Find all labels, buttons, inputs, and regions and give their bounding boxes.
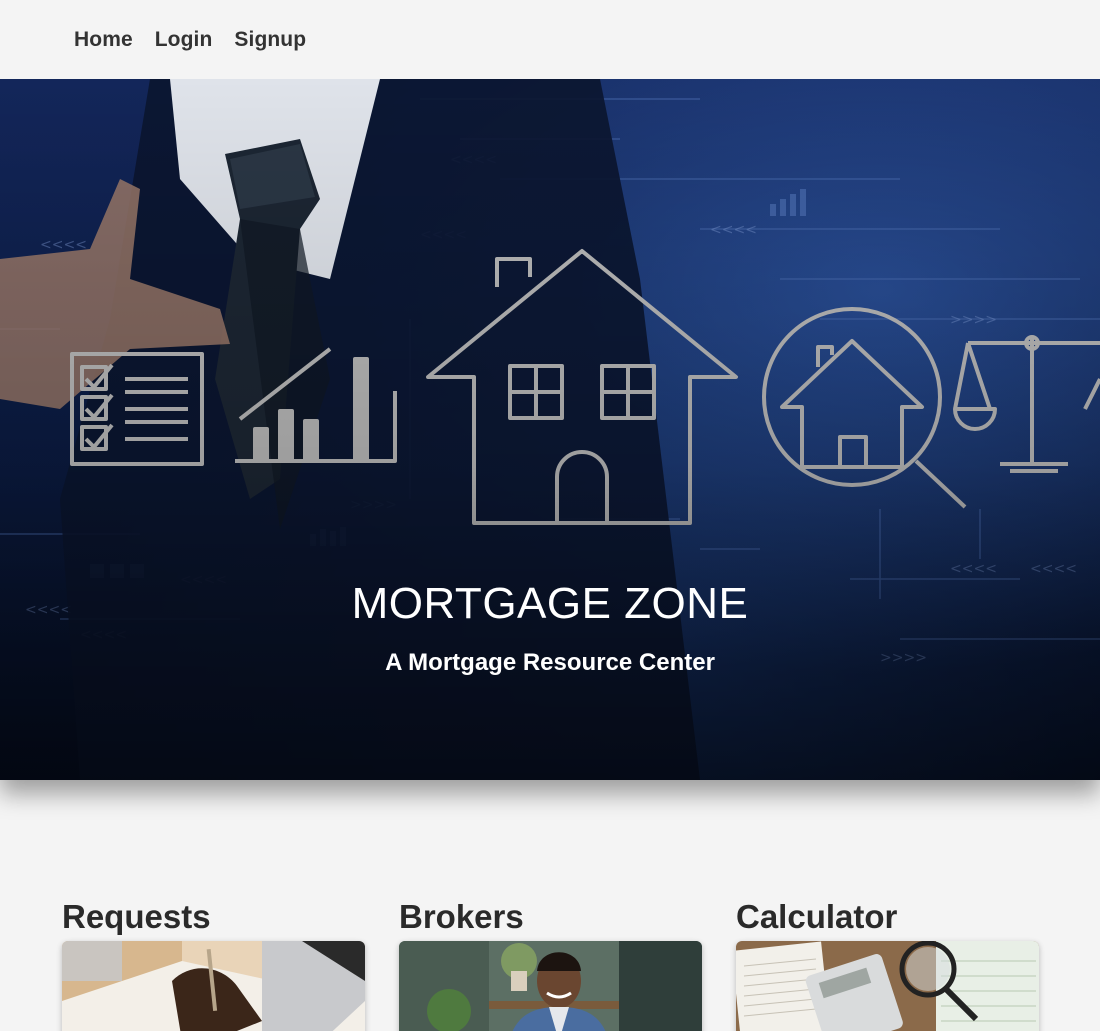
nav-home-link[interactable]: Home [74, 28, 133, 52]
card-title: Requests [62, 898, 211, 935]
hero-title: MORTGAGE ZONE [351, 579, 749, 628]
top-navbar: Home Login Signup [0, 0, 1100, 79]
card-calculator[interactable]: Calculator [736, 895, 1039, 1031]
smiling-broker-photo[interactable] [399, 941, 702, 1031]
hero-subtitle: A Mortgage Resource Center [385, 649, 715, 676]
card-title: Calculator [736, 898, 898, 935]
signing-document-photo[interactable] [62, 941, 365, 1031]
feature-cards: Requests Brokers Calculator [62, 895, 1042, 1031]
card-title: Brokers [399, 898, 524, 935]
nav-signup-link[interactable]: Signup [234, 28, 306, 52]
card-requests[interactable]: Requests [62, 895, 365, 1031]
nav-login-link[interactable]: Login [155, 28, 213, 52]
calculator-and-magnifier-photo[interactable] [736, 941, 1039, 1031]
card-brokers[interactable]: Brokers [399, 895, 702, 1031]
hero-banner: <<<<<<<<<<<< <<<<<<<<<<<< <<<<<<<<>>>> >… [0, 79, 1100, 780]
